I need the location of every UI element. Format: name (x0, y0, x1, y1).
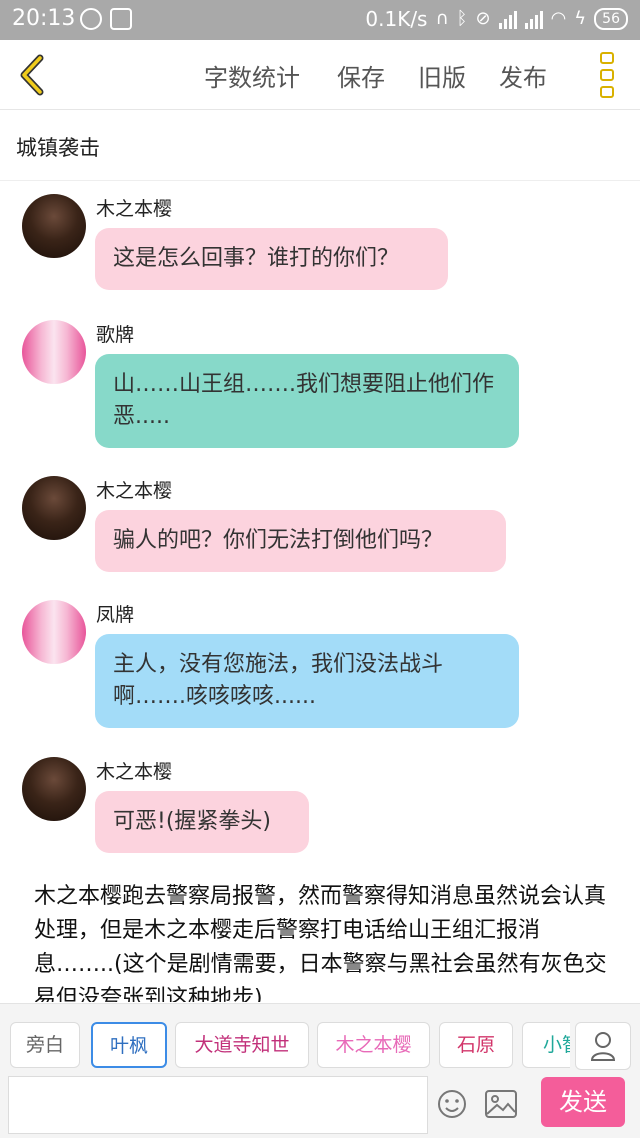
send-button[interactable]: 发送 (541, 1077, 625, 1127)
speaker-name: 歌牌 (96, 324, 135, 346)
bluetooth-icon: ᛒ (456, 8, 468, 29)
character-ishihara[interactable]: 石原 (439, 1022, 513, 1068)
menu-dot-icon (600, 86, 614, 98)
speaker-name: 木之本樱 (96, 198, 173, 220)
bell-muted-icon: ⊘ (475, 8, 491, 29)
status-time: 20:13 (12, 6, 76, 31)
character-narrator[interactable]: 旁白 (10, 1022, 80, 1068)
old-version-button[interactable]: 旧版 (418, 58, 466, 93)
emoji-button[interactable] (436, 1088, 468, 1120)
avatar (22, 757, 86, 821)
charging-icon: ϟ (574, 8, 587, 29)
narration-text[interactable]: 木之本樱跑去警察局报警，然而警察得知消息虽然说会认真处理，但是木之本樱走后警察打… (34, 880, 614, 1002)
speaker-name: 凤牌 (96, 604, 135, 626)
signal-icon (524, 9, 543, 29)
composer-bar: 旁白 叶枫 大道寺知世 木之本樱 石原 小智 发送 (0, 1003, 640, 1138)
avatar (22, 600, 86, 664)
more-menu-button[interactable] (600, 52, 618, 98)
message-input[interactable] (8, 1076, 428, 1134)
character-kinomoto-sakura[interactable]: 木之本樱 (317, 1022, 430, 1068)
avatar (22, 320, 86, 384)
message-bubble[interactable]: 这是怎么回事？谁打的你们？ (95, 228, 448, 290)
word-count-button[interactable]: 字数统计 (204, 58, 300, 93)
avatar (22, 476, 86, 540)
chevron-left-icon (20, 54, 44, 96)
editor-header: 字数统计 保存 旧版 发布 (0, 40, 640, 110)
emoji-icon (438, 1090, 466, 1118)
status-bar: 20:13 0.1K/s ∩ ᛒ ⊘ ◠ ϟ 56 (0, 0, 640, 40)
battery-icon: 56 (594, 8, 628, 30)
network-speed: 0.1K/s (365, 7, 428, 31)
save-button[interactable]: 保存 (337, 58, 385, 93)
character-selector: 旁白 叶枫 大道寺知世 木之本樱 石原 小智 (10, 1022, 570, 1070)
user-picker-button[interactable] (575, 1022, 631, 1070)
message-bubble[interactable]: 山……山王组…….我们想要阻止他们作恶..... (95, 354, 519, 448)
speaker-name: 木之本樱 (96, 480, 173, 502)
menu-dot-icon (600, 52, 614, 64)
weibo-icon (80, 8, 102, 30)
message-bubble[interactable]: 主人，没有您施法，我们没法战斗啊…….咳咳咳咳...... (95, 634, 519, 728)
character-satoshi[interactable]: 小智 (522, 1022, 570, 1068)
wifi-icon: ◠ (550, 8, 567, 29)
menu-dot-icon (600, 69, 614, 81)
user-icon (590, 1032, 616, 1061)
signal-hd-icon (498, 9, 517, 29)
back-button[interactable] (14, 54, 54, 96)
story-title[interactable]: 城镇袭击 (16, 132, 100, 162)
speaker-name: 木之本樱 (96, 761, 173, 783)
image-button[interactable] (484, 1088, 518, 1120)
baidu-icon (110, 8, 132, 30)
message-bubble[interactable]: 可恶!(握紧拳头) (95, 791, 309, 853)
message-bubble[interactable]: 骗人的吧？你们无法打倒他们吗？ (95, 510, 506, 572)
avatar (22, 194, 86, 258)
image-icon (485, 1090, 517, 1118)
character-daidouji-tomoyo[interactable]: 大道寺知世 (175, 1022, 309, 1068)
character-yefeng[interactable]: 叶枫 (91, 1022, 167, 1068)
headphones-icon: ∩ (435, 8, 449, 29)
divider (0, 180, 640, 181)
publish-button[interactable]: 发布 (499, 58, 547, 93)
